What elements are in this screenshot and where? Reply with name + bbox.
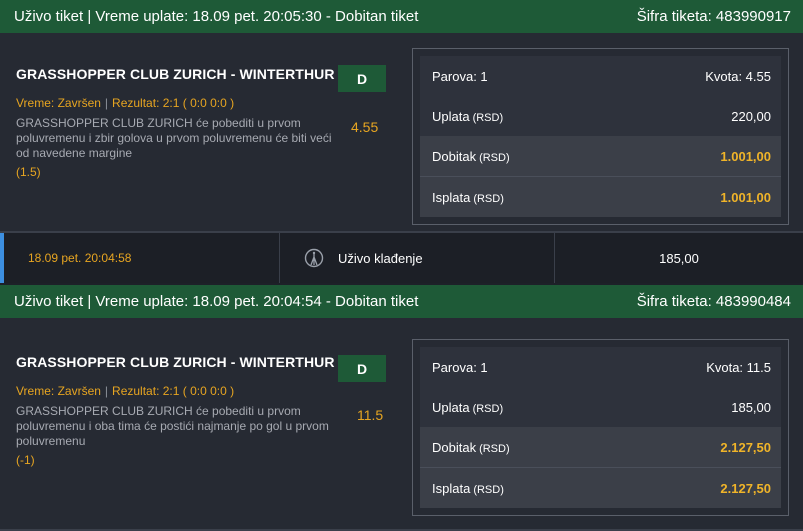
pairs-count: Parova: 1 bbox=[432, 359, 488, 375]
stake-label: Uplata bbox=[432, 108, 470, 124]
pick-badge: D bbox=[338, 65, 386, 92]
win-label: Dobitak bbox=[432, 439, 477, 455]
match-meta: Vreme: Završen | Rezultat: 2:1 ( 0:0 0:0 ) bbox=[16, 384, 235, 398]
match-title: GRASSHOPPER CLUB ZURICH - WINTERTHUR bbox=[16, 354, 335, 370]
ticket-header[interactable]: Uživo tiket | Vreme uplate: 18.09 pet. 2… bbox=[0, 0, 803, 33]
summary-win-row: Dobitak (RSD) 1.001,00 bbox=[420, 136, 781, 176]
pick-badge: D bbox=[338, 355, 386, 382]
live-bet-row[interactable]: 18.09 pet. 20:04:58 Uživo klađenje 185,0… bbox=[0, 233, 803, 283]
ticket-header[interactable]: Uživo tiket | Vreme uplate: 18.09 pet. 2… bbox=[0, 285, 803, 318]
stake-value: 220,00 bbox=[731, 108, 771, 124]
win-currency: (RSD) bbox=[479, 442, 510, 455]
stake-label: Uplata bbox=[432, 399, 470, 415]
match-title: GRASSHOPPER CLUB ZURICH - WINTERTHUR bbox=[16, 66, 335, 82]
payout-value: 2.127,50 bbox=[720, 480, 771, 496]
payout-label: Isplata bbox=[432, 189, 471, 205]
live-betting-icon bbox=[304, 248, 324, 268]
summary-payout-row: Isplata (RSD) 1.001,00 bbox=[420, 177, 781, 217]
live-bet-type: Uživo klađenje bbox=[280, 233, 555, 283]
ticket-header-title: Uživo tiket | Vreme uplate: 18.09 pet. 2… bbox=[14, 293, 419, 310]
bet-odds: 11.5 bbox=[357, 407, 384, 423]
total-odds: Kvota: 11.5 bbox=[706, 359, 771, 375]
match-status: Vreme: Završen bbox=[16, 384, 101, 398]
stake-currency: (RSD) bbox=[472, 111, 504, 124]
summary-payout-row: Isplata (RSD) 2.127,50 bbox=[420, 468, 781, 508]
bet-description: GRASSHOPPER CLUB ZURICH će pobediti u pr… bbox=[16, 116, 332, 160]
match-meta: Vreme: Završen | Rezultat: 2:1 ( 0:0 0:0 ) bbox=[16, 96, 235, 110]
summary-win-row: Dobitak (RSD) 2.127,50 bbox=[420, 427, 781, 467]
ticket-header-title: Uživo tiket | Vreme uplate: 18.09 pet. 2… bbox=[14, 8, 419, 25]
match-result: Rezultat: 2:1 ( 0:0 0:0 ) bbox=[112, 384, 235, 398]
match-status: Vreme: Završen bbox=[16, 96, 101, 110]
bet-margin: (1.5) bbox=[16, 165, 41, 179]
summary-stake-row: Uplata (RSD) 185,00 bbox=[420, 387, 781, 427]
summary-pairs-row: Parova: 1 Kvota: 4.55 bbox=[420, 56, 781, 96]
ticket-body: GRASSHOPPER CLUB ZURICH - WINTERTHUR Vre… bbox=[0, 33, 803, 233]
bet-margin: (-1) bbox=[16, 453, 35, 467]
payout-currency: (RSD) bbox=[473, 192, 504, 205]
win-label: Dobitak bbox=[432, 148, 477, 164]
payout-currency: (RSD) bbox=[473, 483, 504, 496]
summary-stake-row: Uplata (RSD) 220,00 bbox=[420, 96, 781, 136]
stake-value: 185,00 bbox=[731, 399, 771, 415]
ticket-body: GRASSHOPPER CLUB ZURICH - WINTERTHUR Vre… bbox=[0, 318, 803, 531]
win-currency: (RSD) bbox=[479, 151, 510, 164]
live-bet-amount: 185,00 bbox=[659, 250, 699, 266]
ticket-code: Šifra tiketa: 483990484 bbox=[636, 293, 791, 310]
payout-label: Isplata bbox=[432, 480, 471, 496]
bet-description: GRASSHOPPER CLUB ZURICH će pobediti u pr… bbox=[16, 404, 329, 448]
payout-value: 1.001,00 bbox=[720, 189, 771, 205]
ticket-summary: Parova: 1 Kvota: 11.5 Uplata (RSD) 185,00… bbox=[412, 339, 789, 516]
summary-pairs-row: Parova: 1 Kvota: 11.5 bbox=[420, 347, 781, 387]
live-bet-type-label: Uživo klađenje bbox=[338, 250, 423, 266]
ticket-code: Šifra tiketa: 483990917 bbox=[636, 8, 791, 25]
win-value: 2.127,50 bbox=[720, 439, 771, 455]
pairs-count: Parova: 1 bbox=[432, 68, 488, 84]
match-result: Rezultat: 2:1 ( 0:0 0:0 ) bbox=[112, 96, 235, 110]
total-odds: Kvota: 4.55 bbox=[705, 68, 771, 84]
stake-currency: (RSD) bbox=[472, 402, 504, 415]
live-bet-time: 18.09 pet. 20:04:58 bbox=[4, 233, 280, 283]
ticket-summary: Parova: 1 Kvota: 4.55 Uplata (RSD) 220,00… bbox=[412, 48, 789, 225]
win-value: 1.001,00 bbox=[720, 148, 771, 164]
bet-odds: 4.55 bbox=[351, 119, 379, 135]
